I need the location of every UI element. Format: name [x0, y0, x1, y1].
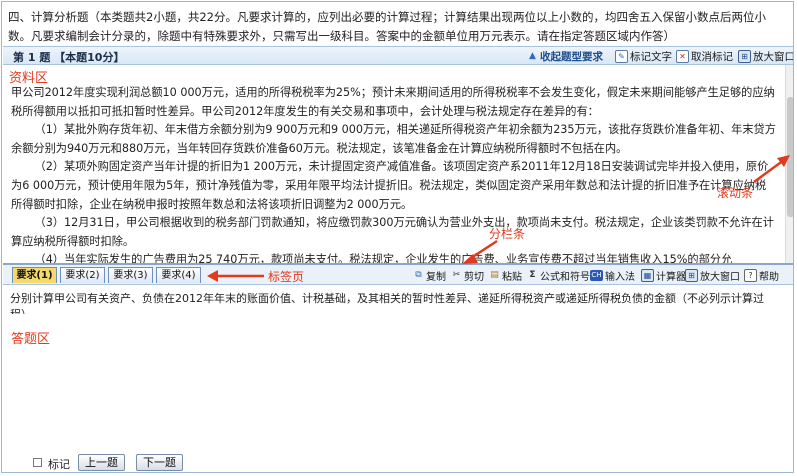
- material-text: 甲公司2012年度实现利润总额10 000万元，适用的所得税税率为25%；预计未…: [11, 84, 777, 263]
- enlarge-question-button[interactable]: ⊞ 放大窗口: [738, 49, 793, 64]
- mark-label: 标记: [48, 458, 70, 471]
- copy-icon: ⧉: [415, 270, 422, 280]
- question-header-bar: 第 1 题 【本题10分】 ▲ 收起题型要求 ✎ 标记文字 ✕ 取消标记 ⊞ 放…: [3, 46, 793, 65]
- material-scrollbar[interactable]: [785, 65, 793, 263]
- next-question-button[interactable]: 下一题: [136, 454, 183, 471]
- material-paragraph: 甲公司2012年度实现利润总额10 000万元，适用的所得税税率为25%；预计未…: [11, 86, 775, 118]
- splitter-annotation: 分栏条: [489, 227, 526, 241]
- material-paragraph: （2）某项外购固定资产当年计提的折旧为1 200万元，未计提固定资产减值准备。该…: [11, 160, 769, 211]
- tabs-arrow-icon: [207, 270, 264, 282]
- calculator-icon: ▦: [641, 269, 654, 282]
- enlarge-window-icon: ⊞: [685, 269, 698, 282]
- footer-bar: 标记 上一题 下一题: [3, 454, 793, 472]
- tabs-annotation: 标签页: [268, 270, 305, 284]
- clear-mark-icon: ✕: [676, 50, 689, 63]
- sigma-icon: Σ: [529, 270, 536, 280]
- scrollbar-annotation: 滚动条: [717, 186, 754, 200]
- formula-symbol-button[interactable]: Σ 公式和符号: [527, 268, 590, 283]
- highlight-text-icon: ✎: [615, 50, 628, 63]
- copy-button[interactable]: ⧉ 复制: [413, 268, 446, 283]
- material-paragraph: （3）12月31日，甲公司根据收到的税务部门罚款通知，将应缴罚款300万元确认为…: [11, 216, 774, 248]
- mark-checkbox[interactable]: [33, 458, 42, 467]
- tab-requirement-3[interactable]: 要求(3): [108, 267, 153, 283]
- exam-window: 四、计算分析题（本类题共2小题，共22分。凡要求计算的，应列出必要的计算过程；计…: [1, 1, 794, 473]
- material-paragraph: （1）某批外购存货年初、年末借方余额分别为9 900万元和9 000万元，相关递…: [11, 123, 776, 155]
- collapse-icon: ▲: [529, 51, 536, 61]
- highlight-text-button[interactable]: ✎ 标记文字: [615, 49, 672, 64]
- tab-requirement-4[interactable]: 要求(4): [156, 267, 201, 283]
- tab-requirement-2[interactable]: 要求(2): [60, 267, 105, 283]
- input-method-icon: CH: [590, 270, 603, 281]
- enlarge-answer-button[interactable]: ⊞ 放大窗口: [685, 268, 740, 283]
- answer-area[interactable]: 答题区: [3, 314, 793, 454]
- material-paragraph: （4）当年实际发生的广告费用为25 740万元，款项尚未支付。税法规定，企业发生…: [34, 253, 733, 263]
- cut-button[interactable]: ✂ 剪切: [451, 268, 484, 283]
- collapse-requirements-button[interactable]: ▲ 收起题型要求: [527, 49, 603, 64]
- prev-question-button[interactable]: 上一题: [78, 454, 125, 471]
- paste-button[interactable]: ▤ 粘贴: [489, 268, 522, 283]
- help-icon: ?: [744, 269, 757, 282]
- clear-mark-button[interactable]: ✕ 取消标记: [676, 49, 733, 64]
- input-method-button[interactable]: CH 输入法: [590, 268, 635, 283]
- enlarge-window-icon: ⊞: [738, 50, 751, 63]
- clipboard-icon: ▤: [490, 270, 499, 280]
- calculator-button[interactable]: ▦ 计算器: [641, 268, 686, 283]
- scissors-icon: ✂: [452, 270, 461, 280]
- tab-requirement-1[interactable]: 要求(1): [12, 267, 57, 283]
- help-button[interactable]: ? 帮助: [744, 268, 779, 283]
- material-area: 资料区 甲公司2012年度实现利润总额10 000万元，适用的所得税税率为25%…: [3, 65, 784, 263]
- tab-bar: 要求(1) 要求(2) 要求(3) 要求(4) ⧉ 复制 ✂ 剪切 ▤ 粘贴 Σ…: [3, 265, 793, 285]
- section-instructions: 四、计算分析题（本类题共2小题，共22分。凡要求计算的，应列出必要的计算过程；计…: [8, 10, 766, 43]
- answer-area-label: 答题区: [11, 332, 51, 347]
- question-title: 第 1 题 【本题10分】: [13, 51, 125, 64]
